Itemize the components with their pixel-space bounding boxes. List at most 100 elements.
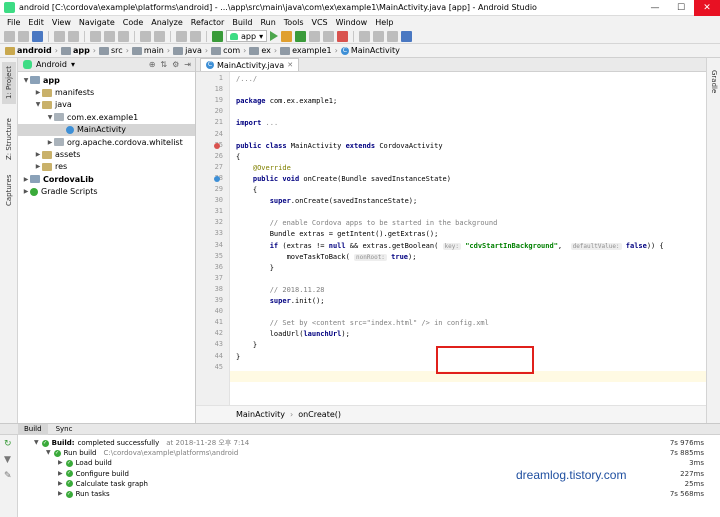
breadcrumb-item[interactable]: android	[3, 46, 54, 55]
sync-scroll-icon[interactable]: ⊕	[149, 60, 156, 69]
menu-window[interactable]: Window	[332, 18, 372, 27]
tree-item[interactable]: MainActivity	[18, 123, 195, 136]
code-line[interactable]: import ...	[236, 118, 278, 128]
class-marker-icon[interactable]	[214, 142, 220, 149]
code-line[interactable]: }	[236, 263, 274, 273]
chevron-right-icon[interactable]: ▶	[34, 151, 42, 158]
tab-build[interactable]: Build	[18, 423, 48, 435]
chevron-right-icon[interactable]: ▶	[58, 479, 63, 489]
close-button[interactable]: ✕	[694, 0, 720, 16]
menu-edit[interactable]: Edit	[24, 18, 48, 27]
build-row[interactable]: ▼ ✓ Run build C:\cordova\example\platforms\…	[46, 448, 238, 458]
breadcrumb-item[interactable]: com	[209, 46, 242, 55]
tree-item[interactable]: ▶ res	[18, 161, 195, 173]
build-row[interactable]: ▶ ✓ Load build	[58, 458, 112, 468]
breadcrumb-item[interactable]: src	[97, 46, 125, 55]
code-line[interactable]: /.../	[236, 74, 257, 84]
code-line[interactable]: public class MainActivity extends Cordov…	[236, 141, 443, 151]
code-line[interactable]: {	[236, 152, 240, 162]
paste-icon[interactable]	[118, 30, 129, 42]
profile-icon[interactable]	[309, 30, 321, 42]
project-view-select[interactable]: Android	[36, 60, 67, 69]
tree-item[interactable]: ▶ assets	[18, 148, 195, 160]
code-line[interactable]: // Set by <content src="index.html" /> i…	[236, 318, 489, 328]
code-line[interactable]: }	[236, 340, 257, 350]
chevron-down-icon[interactable]: ▼	[34, 101, 42, 108]
code-line[interactable]: if (extras != null && extras.getBoolean(…	[236, 241, 664, 251]
breadcrumb-item[interactable]: C MainActivity	[339, 46, 402, 55]
back-icon[interactable]	[176, 30, 187, 42]
code-line[interactable]: loadUrl(launchUrl);	[236, 329, 350, 339]
redo-icon[interactable]	[68, 30, 79, 42]
apply-changes-icon[interactable]	[281, 30, 293, 42]
menu-vcs[interactable]: VCS	[308, 18, 332, 27]
sdk-manager-icon[interactable]	[387, 30, 399, 42]
chevron-right-icon[interactable]: ▶	[34, 89, 42, 96]
breadcrumb-item[interactable]: example1	[278, 46, 334, 55]
forward-icon[interactable]	[190, 30, 201, 42]
build-row[interactable]: ▶ ✓ Calculate task graph	[58, 479, 148, 489]
override-marker-icon[interactable]	[214, 175, 220, 182]
gear-icon[interactable]: ⚙	[172, 60, 179, 69]
build-row[interactable]: ▶ ✓ Run tasks	[58, 489, 110, 499]
chevron-right-icon[interactable]: ▶	[46, 139, 54, 146]
attach-debugger-icon[interactable]	[323, 30, 335, 42]
tree-item[interactable]: ▶ Gradle Scripts	[18, 186, 195, 198]
close-tab-icon[interactable]: ✕	[287, 61, 293, 69]
find-icon[interactable]	[140, 30, 151, 42]
code-line[interactable]: {	[236, 185, 257, 195]
code-line[interactable]: @Override	[236, 163, 291, 173]
run-icon[interactable]	[270, 31, 279, 41]
pin-icon[interactable]: ✎	[4, 471, 12, 481]
save-all-icon[interactable]	[18, 30, 29, 42]
chevron-right-icon[interactable]: ▶	[34, 163, 42, 170]
build-row[interactable]: ▼ ✓ Build: completed successfully at 2018-11…	[34, 438, 249, 448]
menu-code[interactable]: Code	[119, 18, 147, 27]
debug-icon[interactable]	[295, 30, 307, 42]
build-row[interactable]: ▶ ✓ Configure build	[58, 469, 129, 479]
chevron-right-icon[interactable]: ▶	[58, 469, 63, 479]
menu-run[interactable]: Run	[256, 18, 279, 27]
menu-navigate[interactable]: Navigate	[75, 18, 119, 27]
menu-build[interactable]: Build	[228, 18, 256, 27]
menu-refactor[interactable]: Refactor	[187, 18, 229, 27]
chevron-right-icon[interactable]: ▶	[58, 458, 63, 468]
tab-captures[interactable]: Captures	[2, 170, 16, 210]
sync-icon[interactable]	[32, 30, 43, 42]
help-icon[interactable]	[401, 30, 413, 42]
menu-file[interactable]: File	[3, 18, 24, 27]
chevron-down-icon[interactable]: ▼	[46, 448, 51, 458]
breadcrumb-item[interactable]: main	[130, 46, 166, 55]
chevron-right-icon[interactable]: ▶	[22, 188, 30, 195]
breadcrumb-item[interactable]: java	[171, 46, 204, 55]
tab-sync[interactable]: Sync	[50, 424, 79, 435]
sync-gradle-icon[interactable]	[359, 30, 371, 42]
crumb-method[interactable]: onCreate()	[298, 410, 341, 419]
code-line[interactable]: super.onCreate(savedInstanceState);	[236, 196, 418, 206]
code-line[interactable]: super.init();	[236, 296, 325, 306]
code-line[interactable]: moveTaskToBack( nonRoot: true);	[236, 252, 416, 262]
hide-icon[interactable]: ⇥	[184, 60, 191, 69]
tree-item[interactable]: ▼ app	[18, 74, 195, 86]
code-line[interactable]: // enable Cordova apps to be started in …	[236, 218, 498, 228]
tab-structure[interactable]: Z: Structure	[2, 114, 16, 164]
chevron-down-icon[interactable]: ▼	[34, 438, 39, 448]
tree-item[interactable]: ▶ org.apache.cordova.whitelist	[18, 136, 195, 148]
open-folder-icon[interactable]	[4, 30, 15, 42]
code-line[interactable]: public void onCreate(Bundle savedInstanc…	[236, 174, 451, 184]
minimize-button[interactable]: —	[642, 0, 668, 16]
breadcrumb-item[interactable]: ex	[247, 46, 273, 55]
menu-view[interactable]: View	[48, 18, 75, 27]
code-line[interactable]: // 2018.11.28	[236, 285, 325, 295]
code-line[interactable]: package com.ex.example1;	[236, 96, 337, 106]
code-line[interactable]: }	[236, 352, 240, 362]
stop-icon[interactable]	[337, 30, 349, 42]
chevron-down-icon[interactable]: ▼	[46, 114, 54, 121]
menu-help[interactable]: Help	[371, 18, 397, 27]
tree-item[interactable]: ▼ java	[18, 99, 195, 111]
editor-tab-mainactivity[interactable]: C MainActivity.java ✕	[200, 58, 300, 71]
undo-icon[interactable]	[54, 30, 65, 42]
maximize-button[interactable]: ☐	[668, 0, 694, 16]
tree-item[interactable]: ▼ com.ex.example1	[18, 111, 195, 123]
cut-icon[interactable]	[90, 30, 101, 42]
